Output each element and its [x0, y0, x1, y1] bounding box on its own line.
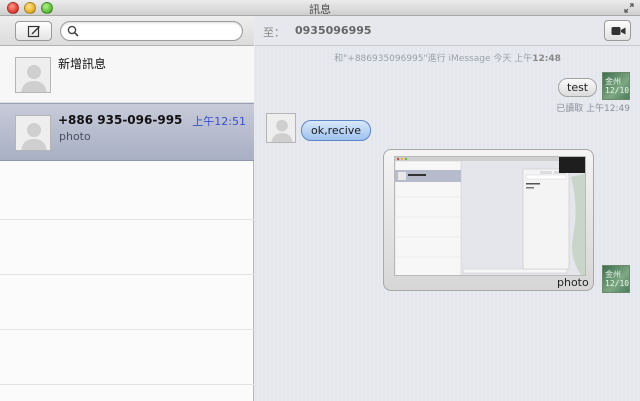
conversation-item-selected[interactable]: +886 935-096-995 上午12:51 photo	[0, 103, 254, 161]
recipient-header: 至： 0935096995	[255, 16, 640, 46]
person-placeholder-icon	[16, 116, 50, 150]
facetime-button[interactable]	[604, 20, 631, 41]
list-divider	[0, 219, 254, 220]
window-title: 訊息	[309, 3, 331, 16]
compose-icon	[27, 25, 40, 38]
my-avatar: 金州 12/10	[602, 72, 630, 100]
status-time: 12:48	[532, 54, 561, 64]
conversation-sidebar: 新增訊息 +886 935-096-995 上午12:51 photo	[0, 16, 254, 401]
search-icon	[67, 25, 79, 37]
outgoing-image-bubble[interactable]: photo	[383, 149, 594, 291]
attached-screenshot-thumbnail[interactable]	[394, 156, 586, 276]
avatar	[15, 57, 51, 93]
to-label: 至：	[263, 26, 285, 39]
outgoing-message-bubble[interactable]: test	[558, 78, 598, 97]
list-divider	[0, 329, 254, 330]
search-input[interactable]	[81, 24, 236, 38]
fullscreen-icon[interactable]	[624, 3, 634, 13]
status-text: 和"+886935096995"進行 iMessage 今天 上午	[334, 54, 533, 64]
avatar-text: 金州 12/10	[605, 270, 630, 288]
avatar-text: 金州 12/10	[605, 77, 630, 95]
list-divider	[0, 274, 254, 275]
sender-avatar	[266, 113, 296, 143]
recipient-field[interactable]: 0935096995	[295, 24, 372, 37]
conversation-title: +886 935-096-995	[58, 113, 183, 127]
list-divider	[0, 384, 254, 385]
conversation-item-new-message[interactable]: 新增訊息	[0, 46, 254, 103]
sidebar-toolbar	[0, 16, 254, 46]
conversation-preview: photo	[59, 130, 91, 143]
my-avatar: 金州 12/10	[602, 265, 630, 293]
compose-button[interactable]	[15, 21, 52, 41]
message-text: test	[567, 81, 589, 94]
conversation-pane: 至： 0935096995 和"+886935096995"進行 iMessag…	[255, 16, 640, 401]
title-bar: 訊息	[0, 0, 640, 16]
person-placeholder-icon	[267, 114, 295, 142]
read-receipt: 已讀取 上午12:49	[556, 104, 630, 114]
conversation-time: 上午12:51	[192, 115, 246, 128]
message-text: ok,recive	[311, 124, 362, 137]
person-placeholder-icon	[16, 58, 50, 92]
conversation-title: 新增訊息	[58, 57, 107, 71]
avatar	[15, 115, 51, 151]
search-field[interactable]	[60, 21, 243, 41]
screenshot-image	[395, 157, 585, 275]
incoming-message-bubble[interactable]: ok,recive	[301, 120, 372, 141]
image-caption: photo	[557, 276, 589, 289]
conversation-status: 和"+886935096995"進行 iMessage 今天 上午12:48	[255, 51, 640, 64]
video-camera-icon	[611, 27, 626, 35]
